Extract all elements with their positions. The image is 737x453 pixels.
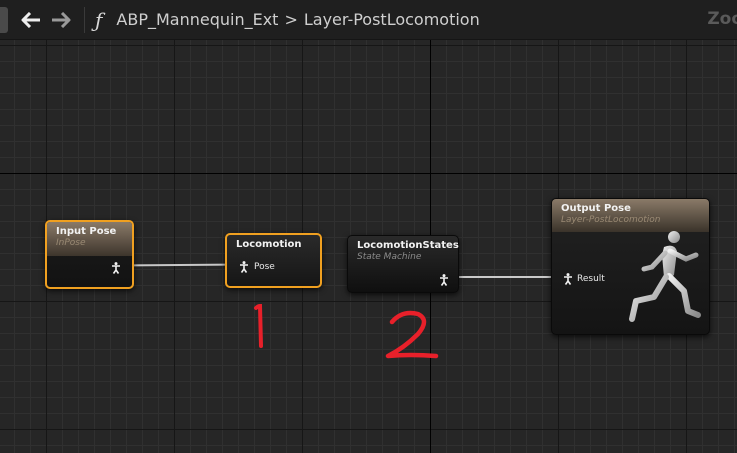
pose-pin-icon[interactable] bbox=[239, 261, 249, 273]
node-title: Input Pose bbox=[56, 226, 117, 237]
function-icon: ƒ bbox=[95, 7, 103, 32]
breadcrumb-separator: > bbox=[284, 10, 298, 29]
node-subtitle: State Machine bbox=[357, 252, 422, 262]
node-subtitle: InPose bbox=[56, 238, 86, 248]
input-pose-node[interactable]: Input Pose InPose bbox=[45, 220, 134, 289]
output-pose-node[interactable]: Output Pose Layer-PostLocomotion Result bbox=[551, 198, 710, 335]
toolbar-separator bbox=[84, 6, 85, 33]
annotation-number-2 bbox=[385, 310, 439, 359]
node-title: LocomotionStates bbox=[357, 240, 459, 251]
node-title: Locomotion bbox=[236, 239, 302, 250]
node-subtitle: Layer-PostLocomotion bbox=[561, 215, 661, 225]
wire-inputpose-to-locomotion[interactable] bbox=[131, 263, 229, 267]
arrow-right-icon bbox=[52, 11, 71, 28]
locomotion-states-node[interactable]: LocomotionStates State Machine bbox=[347, 235, 459, 293]
locomotion-node[interactable]: Locomotion Pose bbox=[225, 233, 322, 288]
pose-pin-icon[interactable] bbox=[563, 273, 573, 285]
breadcrumb-parent[interactable]: ABP_Mannequin_Ext bbox=[116, 10, 278, 29]
pose-pin-icon[interactable] bbox=[111, 262, 121, 274]
toolbar-edge bbox=[0, 6, 8, 33]
pose-pin-label: Pose bbox=[254, 262, 275, 272]
breadcrumb-current: Layer-PostLocomotion bbox=[303, 10, 480, 29]
result-pin-label: Result bbox=[577, 274, 605, 284]
node-title: Output Pose bbox=[561, 203, 631, 214]
arrow-left-icon bbox=[21, 11, 40, 28]
zoom-label: Zoo bbox=[707, 9, 737, 29]
back-button[interactable] bbox=[16, 5, 46, 35]
graph-toolbar: ƒ ABP_Mannequin_Ext > Layer-PostLocomoti… bbox=[0, 0, 737, 40]
annotation-number-1 bbox=[254, 303, 263, 348]
forward-button[interactable] bbox=[46, 5, 76, 35]
pose-pin-icon[interactable] bbox=[439, 274, 449, 286]
running-mannequin-icon bbox=[629, 231, 701, 322]
anim-graph-canvas[interactable]: Input Pose InPose Locomotion Pose Locomo… bbox=[0, 40, 737, 453]
wire-states-to-output[interactable] bbox=[458, 276, 563, 278]
